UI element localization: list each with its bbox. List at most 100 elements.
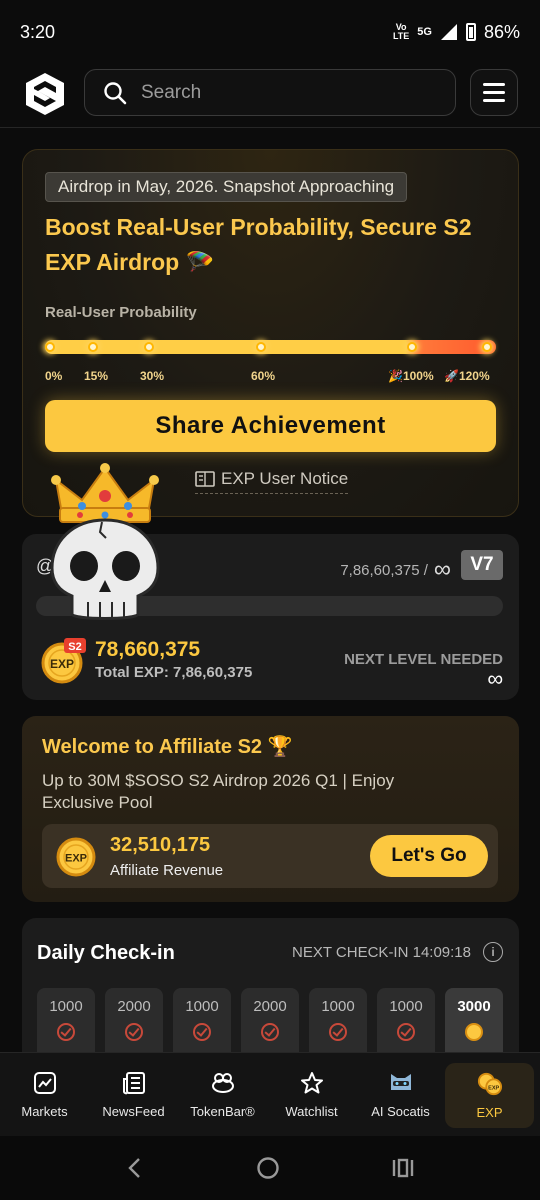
next-level-value: ∞ [487,666,503,691]
menu-button[interactable] [470,69,518,116]
checked-icon [261,1023,279,1041]
system-nav-bar [0,1136,540,1200]
progress-dot [482,342,492,352]
hamburger-icon-line [483,83,505,86]
exp-coin-icon: EXP [477,1071,503,1097]
checked-icon [125,1023,143,1041]
tick-label: 0% [45,369,63,383]
exp-coin-icon: EXP [56,837,96,877]
level-exp-count: 7,86,60,375 / ∞ [340,556,451,584]
tab-newsfeed[interactable]: NewsFeed [89,1053,178,1136]
document-icon [195,470,215,487]
progress-dot [256,342,266,352]
checked-icon [193,1023,211,1041]
tab-markets[interactable]: Markets [0,1053,89,1136]
search-icon [104,81,127,104]
affiliate-revenue-label: Affiliate Revenue [110,862,224,879]
checkin-day-amount: 1000 [49,998,83,1015]
search-input[interactable]: Search [84,69,456,116]
affiliate-title: Welcome to Affiliate S2 🏆 [42,736,293,758]
checkin-day-amount: 2000 [117,998,151,1015]
checkin-day-amount: 1000 [321,998,355,1015]
tick-label: 60% [251,369,276,383]
affiliate-subtitle: Up to 30M $SOSO S2 Airdrop 2026 Q1 | Enj… [42,771,395,812]
star-icon [299,1070,325,1096]
daily-checkin-card: Daily Check-in NEXT CHECK-IN 14:09:18 i … [22,918,519,1068]
status-indicators: Vo LTE 5G 86% [393,22,520,43]
top-nav: Search [0,64,540,128]
affiliate-card: Welcome to Affiliate S2 🏆 Up to 30M $SOS… [22,716,519,902]
back-icon[interactable] [125,1157,145,1179]
tokenbar-icon [210,1070,236,1096]
hamburger-icon-line [483,99,505,102]
battery-icon [465,23,476,41]
tab-tokenbar[interactable]: TokenBar® [178,1053,267,1136]
tab-label: NewsFeed [102,1104,165,1119]
network-indicator: Vo LTE [392,22,410,41]
checkin-title: Daily Check-in [37,942,175,964]
skull-crown-avatar[interactable] [44,462,166,624]
exp-value: 78,660,375 [95,638,201,661]
progress-dot [45,342,55,352]
checkin-day-amount: 1000 [389,998,423,1015]
tab-watchlist[interactable]: Watchlist [267,1053,356,1136]
recents-icon[interactable] [391,1157,415,1179]
search-placeholder: Search [141,81,202,103]
status-bar: 3:20 Vo LTE 5G 86% [0,0,540,64]
next-checkin-timer: NEXT CHECK-IN 14:09:18 [292,944,471,961]
progress-dot [144,342,154,352]
info-icon[interactable]: i [483,942,503,962]
checked-icon [57,1023,75,1041]
svg-text:EXP: EXP [488,1086,499,1092]
checkin-day-amount: 1000 [185,998,219,1015]
network-5g-indicator: 5G [417,25,432,38]
checkin-day-amount: 2000 [253,998,287,1015]
checked-icon [397,1023,415,1041]
progress-dot [407,342,417,352]
tab-label: AI Socatis [371,1104,430,1119]
svg-text:EXP: EXP [50,657,74,671]
level-exp-count-max: ∞ [433,556,451,583]
checkin-day-amount: 3000 [457,998,491,1015]
level-exp-count-value: 7,86,60,375 / [340,561,428,579]
total-exp: Total EXP: 7,86,60,375 [95,664,253,681]
hamburger-icon-line [483,91,505,94]
tab-ai-socatis[interactable]: AI Socatis [356,1053,445,1136]
checked-icon [329,1023,347,1041]
chart-icon [32,1070,58,1096]
tab-label: Markets [21,1104,68,1119]
tab-label: EXP [476,1105,503,1120]
tick-label: 30% [140,369,165,383]
tab-label: TokenBar® [190,1104,255,1119]
lets-go-button[interactable]: Let's Go [370,835,488,877]
tab-exp[interactable]: EXP EXP [445,1063,534,1128]
progress-dot [88,342,98,352]
exp-user-notice-link[interactable]: EXP User Notice [195,468,349,494]
bottom-tab-bar: Markets NewsFeed TokenBar® Watchlist AI … [0,1052,540,1136]
cat-avatar-icon [388,1070,414,1096]
tick-label: 🚀120% [444,369,490,383]
affiliate-revenue-value: 32,510,175 [110,834,211,856]
tick-label: 15% [84,369,109,383]
airdrop-date-pill: Airdrop in May, 2026. Snapshot Approachi… [45,172,408,202]
tick-label: 🎉100% [388,369,434,383]
exp-coin-icon [465,1023,483,1041]
newspaper-icon [121,1070,147,1096]
airdrop-title: Boost Real-User Probability, Secure S2 E… [45,214,472,275]
tab-label: Watchlist [285,1104,338,1119]
status-time: 3:20 [20,21,56,42]
sosovalue-logo-icon[interactable] [24,71,66,117]
probability-label: Real-User Probability [45,304,197,321]
exp-user-notice-label: EXP User Notice [221,468,349,488]
home-icon[interactable] [256,1156,280,1180]
probability-ticks: 0% 15% 30% 60% 🎉100% 🚀120% [45,369,500,387]
affiliate-revenue-panel: EXP 32,510,175 Affiliate Revenue Let's G… [42,824,498,888]
share-achievement-button[interactable]: Share Achievement [45,400,496,452]
season-tag: S2 [68,641,81,653]
battery-level: 86% [483,21,520,42]
probability-progress-bar [45,340,496,354]
signal-icon [440,24,457,40]
exp-coin-icon: EXP S2 [41,638,86,684]
vip-level-badge: V7 [461,550,503,580]
next-level-label: NEXT LEVEL NEEDED [344,651,503,668]
